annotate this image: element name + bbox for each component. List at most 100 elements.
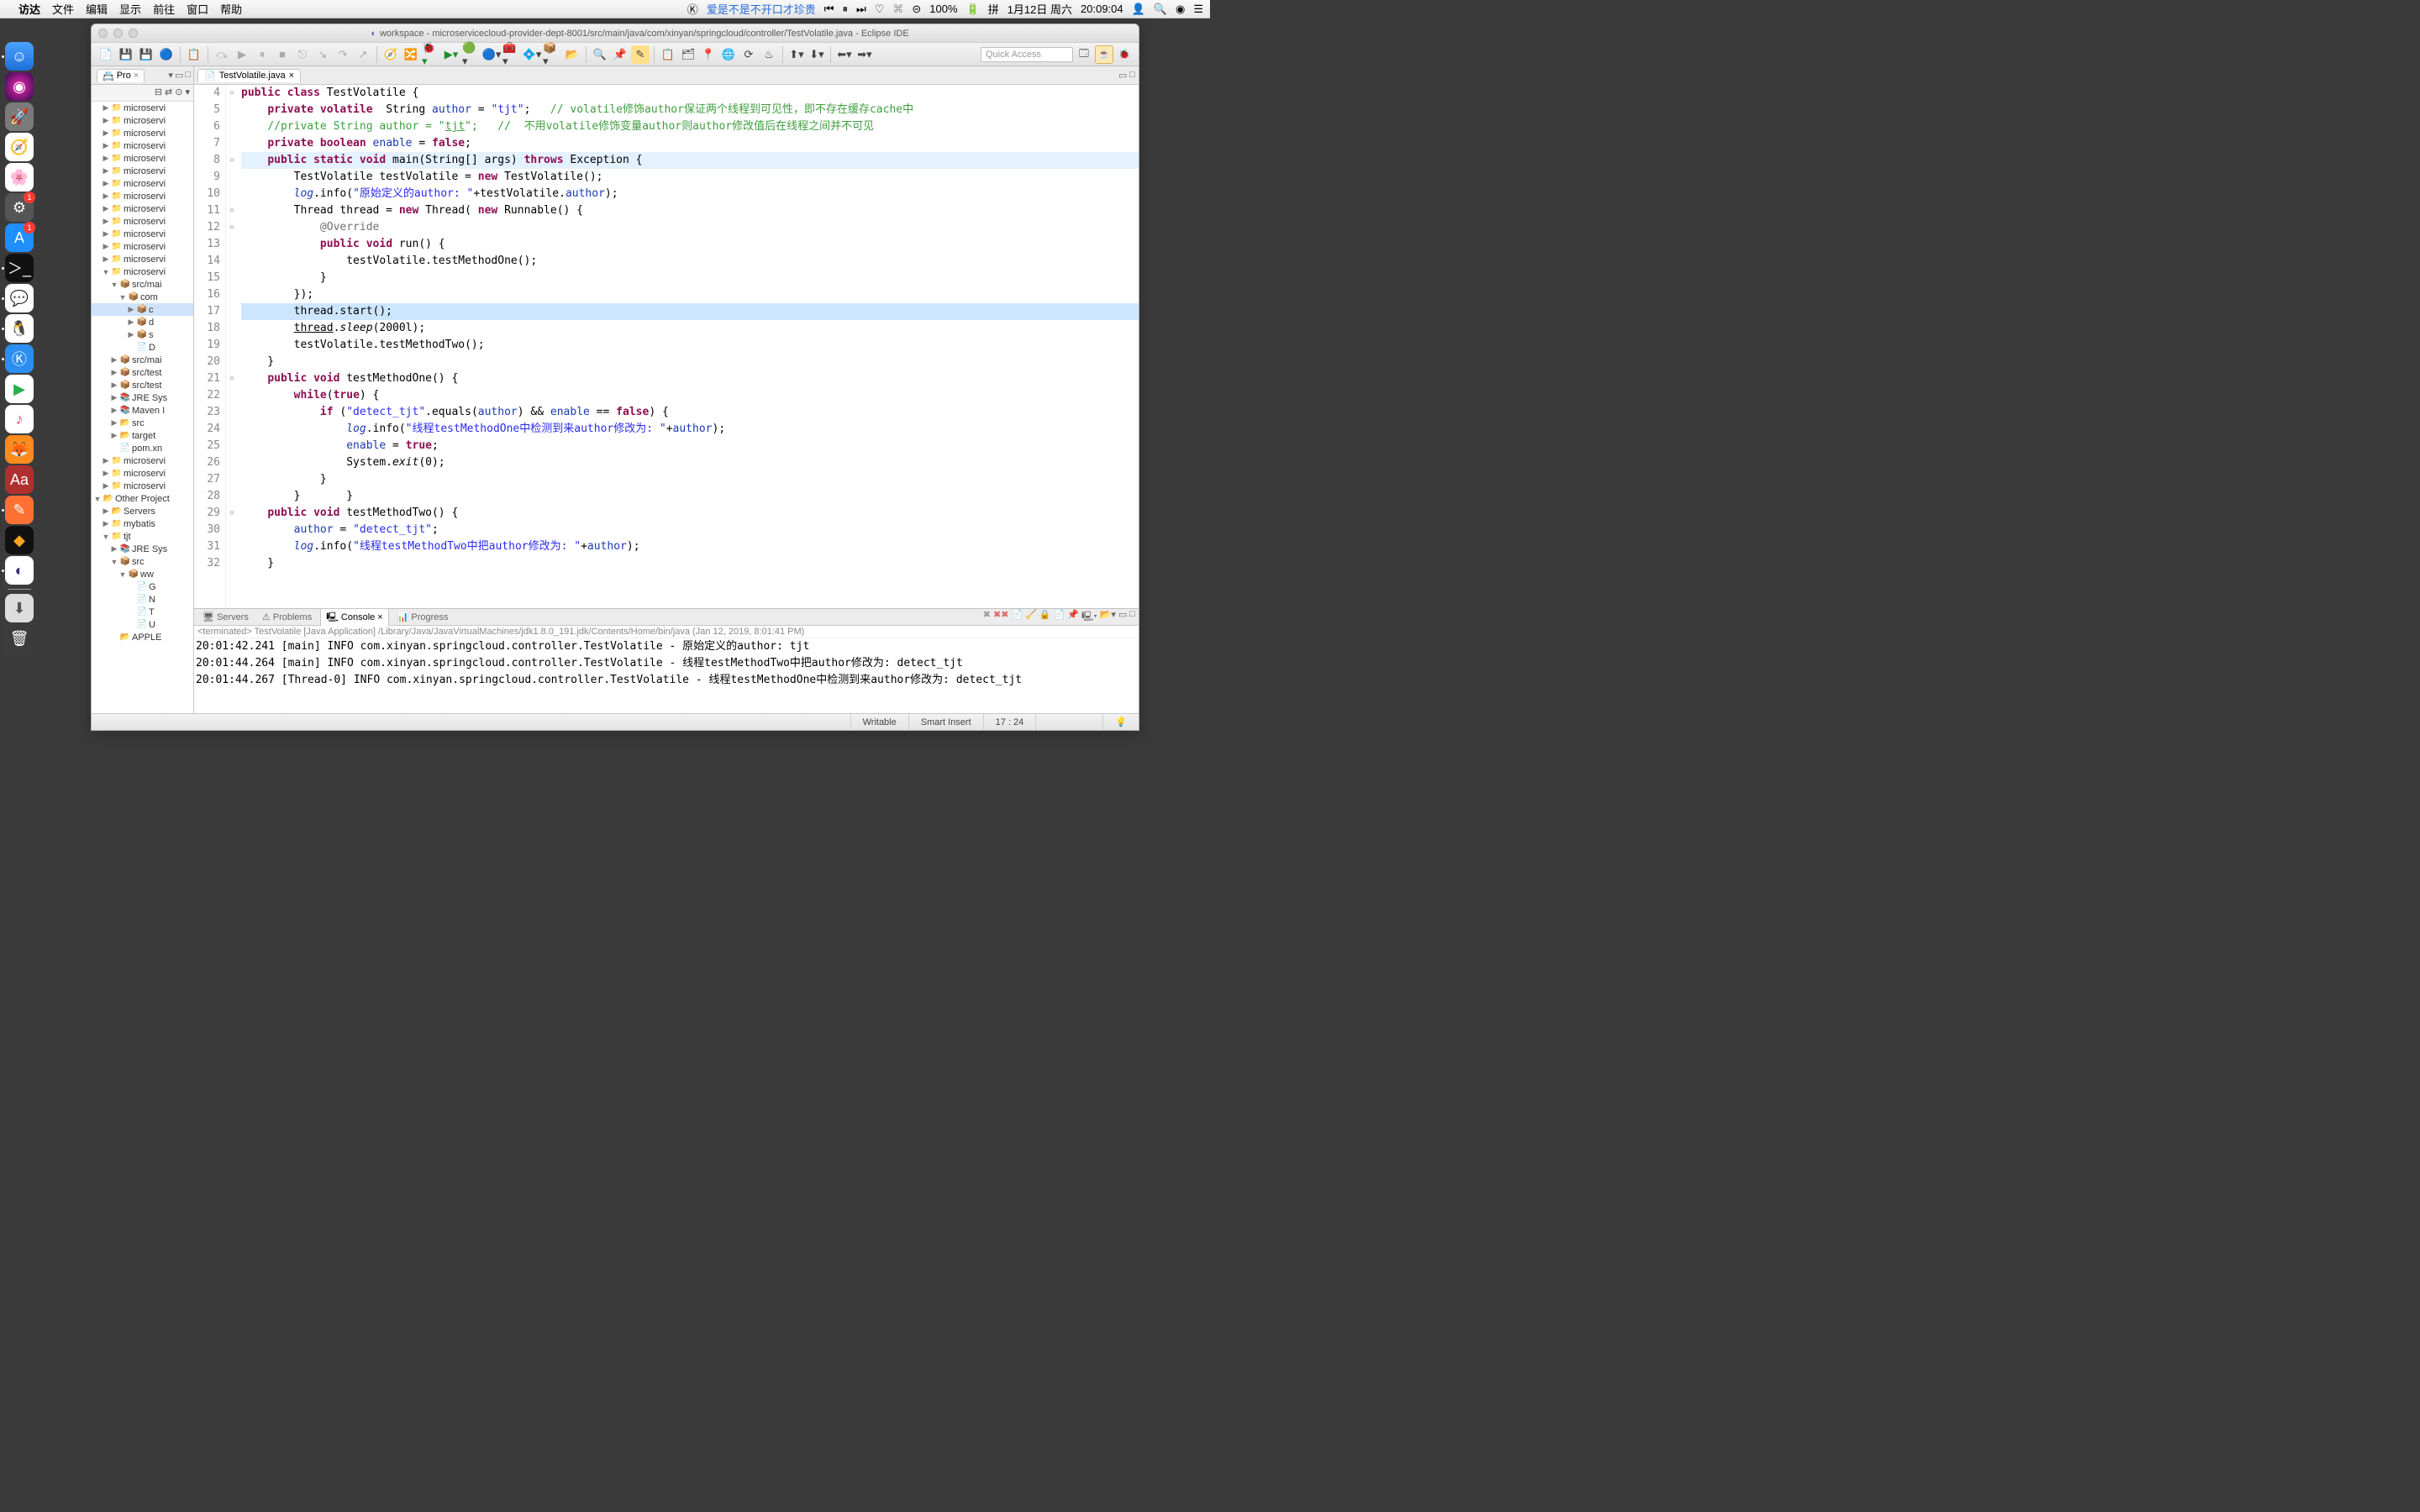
date-label[interactable]: 1月12日 周六 [1007, 1, 1072, 17]
app-menu[interactable]: 访达 [18, 1, 40, 17]
tree-node[interactable]: ▶📁microservi [92, 139, 193, 152]
tree-node[interactable]: 📄G [92, 580, 193, 593]
tree-node[interactable]: ▼📁tjt [92, 530, 193, 543]
next-annotation-button[interactable]: ⬇▾ [808, 45, 826, 64]
console-min-icon[interactable]: ▭ [1118, 609, 1127, 625]
wechat-icon[interactable]: 💬 [5, 284, 34, 312]
clear-console-icon[interactable]: 🧹 [1025, 609, 1037, 625]
user-icon[interactable]: 👤 [1132, 3, 1145, 16]
pin-button[interactable]: 📍 [699, 45, 718, 64]
tree-node[interactable]: ▶📁microservi [92, 190, 193, 202]
new-button[interactable]: 📄 [97, 45, 115, 64]
console-output[interactable]: 20:01:42.241 [main] INFO com.xinyan.spri… [194, 638, 1139, 713]
finder-icon[interactable]: ☺ [5, 42, 34, 71]
menu-view[interactable]: 显示 [119, 1, 141, 17]
tip-icon[interactable]: 💡 [1102, 714, 1139, 730]
tree-node[interactable]: 📂APPLE [92, 631, 193, 643]
toggle-mark-button[interactable]: ✎ [631, 45, 650, 64]
dictionary-icon[interactable]: Aa [5, 465, 34, 494]
universal-button[interactable]: 🔵 [157, 45, 176, 64]
tree-node[interactable]: ▶📦c [92, 303, 193, 316]
close-icon[interactable]: × [134, 71, 139, 81]
spotlight-icon[interactable]: 🔍 [1154, 3, 1167, 16]
tree-node[interactable]: ▶📁microservi [92, 177, 193, 190]
prev-annotation-button[interactable]: ⬆▾ [787, 45, 806, 64]
ext-tools-button[interactable]: 🧰▾ [502, 45, 521, 64]
problems-tab[interactable]: ⚠ Problems [257, 611, 317, 623]
minimize-view-icon[interactable]: ▭ [175, 70, 183, 81]
web-browser-button[interactable]: 🌐 [719, 45, 738, 64]
view-menu-icon[interactable]: ▾ [168, 70, 173, 81]
maven-button[interactable]: ♨ [760, 45, 778, 64]
tree-node[interactable]: ▶📦s [92, 328, 193, 341]
terminal-icon[interactable]: ＞_ [5, 254, 34, 282]
tree-node[interactable]: ▶📂Servers [92, 505, 193, 517]
settings-icon[interactable]: ⚙1 [5, 193, 34, 222]
firefox-icon[interactable]: 🦊 [5, 435, 34, 464]
step-return-button[interactable]: ↗ [354, 45, 372, 64]
tree-node[interactable]: 📄T [92, 606, 193, 618]
disconnect-button[interactable]: ⎋ [293, 45, 312, 64]
tree-node[interactable]: ▶📚JRE Sys [92, 543, 193, 555]
tree-node[interactable]: ▶📁microservi [92, 467, 193, 480]
now-playing[interactable]: 爱是不是不开口才珍贵 [707, 1, 816, 17]
window-close-icon[interactable] [98, 29, 108, 38]
back-button[interactable]: ⬅▾ [835, 45, 854, 64]
menu-go[interactable]: 前往 [153, 1, 175, 17]
siri-icon[interactable]: ◉ [1176, 3, 1185, 16]
tree-node[interactable]: ▶📦d [92, 316, 193, 328]
bluetooth-icon[interactable]: ⌘ [892, 3, 903, 16]
coverage-button[interactable]: 🟢▾ [462, 45, 481, 64]
word-wrap-icon[interactable]: 📄 [1054, 609, 1065, 625]
forward-button[interactable]: ➡▾ [855, 45, 874, 64]
battery-icon[interactable]: 🔋 [966, 3, 980, 16]
tree-node[interactable]: ▶📁microservi [92, 480, 193, 492]
idea-icon[interactable]: ◆ [5, 526, 34, 554]
input-icon[interactable]: 拼 [988, 1, 999, 17]
time-label[interactable]: 20:09:04 [1081, 3, 1123, 15]
close-icon[interactable]: × [377, 612, 382, 622]
code-editor[interactable]: 4567891011121314151617181920212223242526… [194, 85, 1139, 608]
vpn-icon[interactable]: ⊝ [912, 3, 921, 16]
tree-node[interactable]: ▶📁microservi [92, 114, 193, 127]
pin-console-icon[interactable]: 📌 [1067, 609, 1079, 625]
downloads-icon[interactable]: ⬇ [5, 594, 34, 622]
tree-node[interactable]: 📄D [92, 341, 193, 354]
postman-icon[interactable]: ✎ [5, 496, 34, 524]
tree-node[interactable]: ▼📦src [92, 555, 193, 568]
music-icon[interactable]: ♪ [5, 405, 34, 433]
tree-node[interactable]: ▼📦com [92, 291, 193, 303]
pause-icon[interactable]: ⏸ [842, 3, 848, 16]
tree-node[interactable]: ▶📚Maven I [92, 404, 193, 417]
close-icon[interactable]: × [289, 71, 294, 81]
tree-node[interactable]: ▶📦src/mai [92, 354, 193, 366]
menu-file[interactable]: 文件 [52, 1, 74, 17]
remove-launch-icon[interactable]: ✖ [983, 609, 991, 625]
window-zoom-icon[interactable] [129, 29, 138, 38]
tree-node[interactable]: ▶📁microservi [92, 228, 193, 240]
step-over-button[interactable]: ↷ [334, 45, 352, 64]
step-filters-button[interactable]: 🔀 [402, 45, 420, 64]
maximize-editor-icon[interactable]: □ [1129, 70, 1135, 81]
scroll-lock-icon[interactable]: 🔒 [1039, 609, 1051, 625]
project-tree[interactable]: ▶📁microservi▶📁microservi▶📁microservi▶📁mi… [92, 102, 193, 713]
trash-icon[interactable]: 🗑 [5, 624, 34, 653]
debug-perspective-button[interactable]: 🐞 [1115, 45, 1134, 64]
link-editor-icon[interactable]: ⇄ [165, 87, 172, 99]
tree-node[interactable]: ▶📁microservi [92, 102, 193, 114]
tree-node[interactable]: 📄N [92, 593, 193, 606]
debug-button[interactable]: 🐞▾ [422, 45, 440, 64]
photos-icon[interactable]: 🌸 [5, 163, 34, 192]
next-track-icon[interactable]: ⏭ [856, 3, 866, 16]
heart-icon[interactable]: ♡ [875, 3, 885, 16]
tree-node[interactable]: ▶📦src/test [92, 379, 193, 391]
maximize-view-icon[interactable]: □ [185, 70, 191, 81]
toggle-whitespace-button[interactable]: 🗂 [679, 45, 697, 64]
minimize-editor-icon[interactable]: ▭ [1118, 70, 1127, 81]
tree-node[interactable]: ▶📁microservi [92, 202, 193, 215]
step-into-button[interactable]: ↘ [313, 45, 332, 64]
toggle-wrap-button[interactable]: ⟳ [739, 45, 758, 64]
qq-icon[interactable]: 🐧 [5, 314, 34, 343]
terminate-console-button[interactable]: 📄 [1011, 609, 1023, 625]
tree-node[interactable]: ▼📁microservi [92, 265, 193, 278]
